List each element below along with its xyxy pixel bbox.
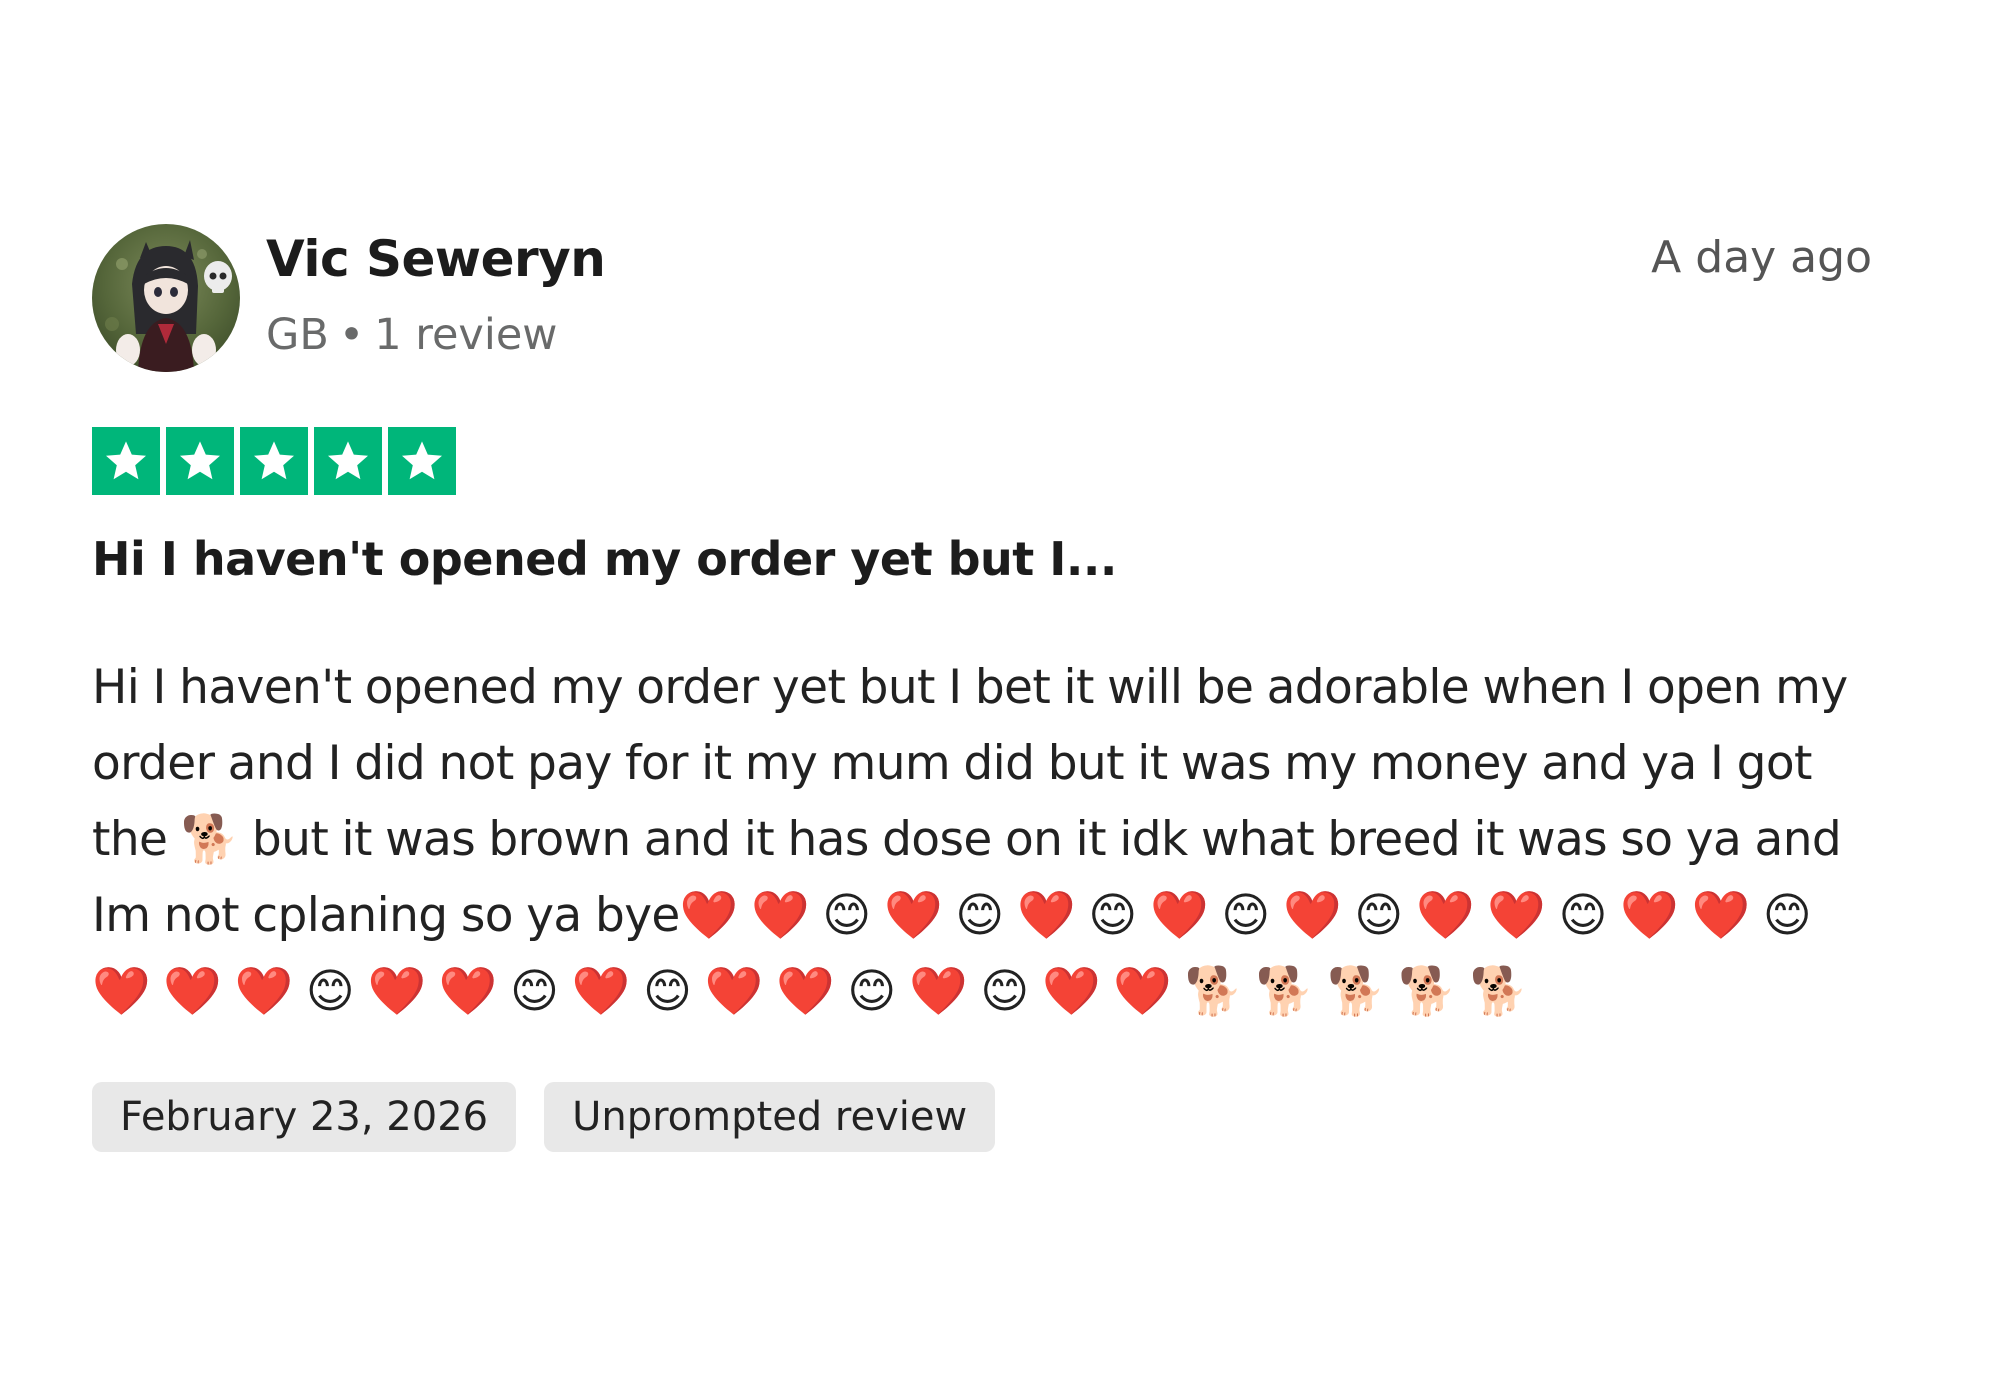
star-icon — [388, 427, 456, 495]
reviewer-country: GB — [266, 310, 329, 360]
review-posted-time: A day ago — [1651, 232, 1872, 283]
review-tags: February 23, 2026 Unprompted review — [92, 1082, 996, 1152]
reviewer-meta: GB • 1 review — [266, 310, 557, 360]
star-rating — [92, 427, 456, 495]
star-icon — [92, 427, 160, 495]
star-icon — [314, 427, 382, 495]
review-header: Vic Seweryn GB • 1 review A day ago — [92, 222, 1872, 372]
avatar[interactable] — [92, 224, 240, 372]
meta-separator: • — [338, 310, 365, 360]
star-icon — [166, 427, 234, 495]
avatar-image — [92, 224, 240, 372]
review-card: Vic Seweryn GB • 1 review A day ago Hi I h… — [92, 222, 1872, 1152]
star-icon — [240, 427, 308, 495]
reviewer-name[interactable]: Vic Seweryn — [266, 230, 606, 288]
reviewer-review-count: 1 review — [374, 310, 558, 360]
review-type-badge[interactable]: Unprompted review — [544, 1082, 996, 1152]
review-body: Hi I haven't opened my order yet but I b… — [92, 660, 1848, 1019]
review-title[interactable]: Hi I haven't opened my order yet but I..… — [92, 532, 1117, 586]
experience-date-badge: February 23, 2026 — [92, 1082, 517, 1152]
